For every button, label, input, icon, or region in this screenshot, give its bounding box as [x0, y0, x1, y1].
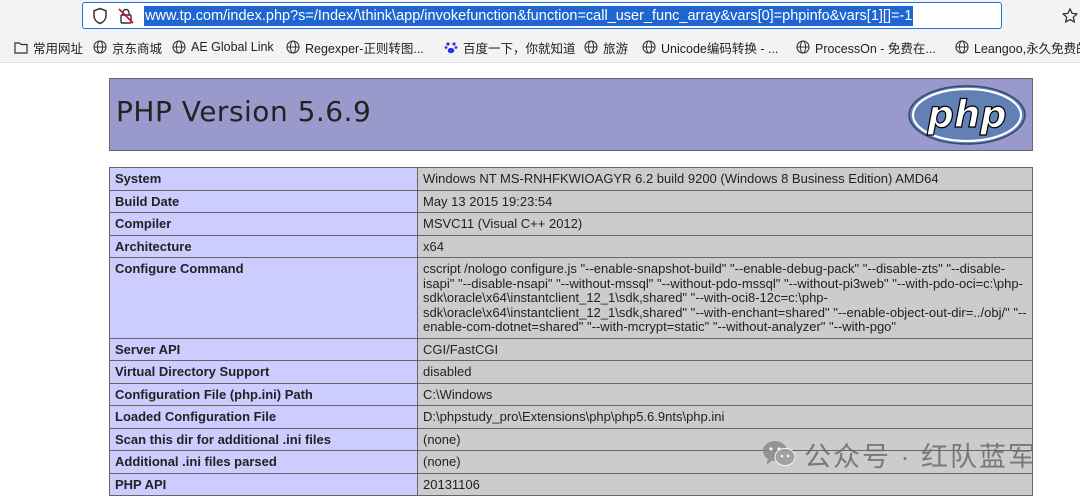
- url-text[interactable]: www.tp.com/index.php?s=/Index/\think\app…: [144, 6, 914, 26]
- globe-icon: [172, 40, 186, 54]
- globe-icon: [642, 40, 656, 54]
- page-title: PHP Version 5.6.9: [116, 95, 372, 128]
- row-value: CGI/FastCGI: [417, 337, 1033, 361]
- bookmark-label: 旅游: [603, 41, 629, 56]
- row-value: 20131106: [417, 472, 1033, 496]
- row-key: Scan this dir for additional .ini files: [109, 427, 418, 451]
- bookmark-label: Regexper-正则转图...: [305, 41, 424, 56]
- bookmark-item[interactable]: 百度一下，你就知道: [444, 38, 576, 56]
- bookmark-item[interactable]: 京东商城: [93, 38, 162, 56]
- table-row: Loaded Configuration File D:\phpstudy_pro…: [109, 405, 1033, 429]
- bookmark-label: AE Global Link: [191, 40, 274, 54]
- browser-toolbar: www.tp.com/index.php?s=/Index/\think\app…: [0, 0, 1080, 30]
- bookmark-folder[interactable]: 常用网址: [14, 38, 83, 56]
- row-value: D:\phpstudy_pro\Extensions\php\php5.6.9n…: [417, 405, 1033, 429]
- bookmark-label: 京东商城: [112, 41, 163, 56]
- globe-icon: [955, 40, 969, 54]
- row-value: Windows NT MS-RNHFKWIOAGYR 6.2 build 920…: [417, 167, 1033, 191]
- row-key: System: [109, 167, 418, 191]
- address-bar[interactable]: www.tp.com/index.php?s=/Index/\think\app…: [82, 2, 1078, 29]
- table-row: Configure Command cscript /nologo configu…: [109, 257, 1033, 339]
- table-row: PHP API 20131106: [109, 472, 1033, 496]
- row-value: disabled: [417, 360, 1033, 384]
- row-key: Architecture: [109, 234, 418, 258]
- php-version-header: PHP Version 5.6.9 php: [109, 78, 1033, 151]
- globe-icon: [796, 40, 810, 54]
- table-row: Architecture x64: [109, 234, 1033, 258]
- bookmark-item[interactable]: Leangoo,永久免费的: [955, 38, 1080, 56]
- bookmark-item[interactable]: 旅游: [584, 38, 628, 56]
- row-value: C:\Windows: [417, 382, 1033, 406]
- row-key: Loaded Configuration File: [109, 405, 418, 429]
- row-key: Compiler: [109, 212, 418, 236]
- table-row: Build Date May 13 2015 19:23:54: [109, 189, 1033, 213]
- row-key: Build Date: [109, 189, 418, 213]
- bookmarks-bar: 常用网址 京东商城 AE Global Link Regexper-正则转图..…: [0, 30, 1080, 63]
- php-logo-text: php: [926, 93, 1006, 136]
- table-row: Configuration File (php.ini) Path C:\Wind…: [109, 382, 1033, 406]
- bookmark-item[interactable]: Unicode编码转换 - ...: [642, 38, 778, 56]
- row-value: May 13 2015 19:23:54: [417, 189, 1033, 213]
- row-key: Additional .ini files parsed: [109, 450, 418, 474]
- bookmark-label: 百度一下，你就知道: [463, 41, 576, 56]
- shield-icon[interactable]: [91, 7, 109, 25]
- bookmark-label: Unicode编码转换 - ...: [661, 41, 779, 56]
- bookmark-item[interactable]: ProcessOn - 免费在...: [796, 38, 936, 56]
- wechat-icon: [763, 441, 796, 466]
- table-row: Compiler MSVC11 (Visual C++ 2012): [109, 212, 1033, 236]
- bookmark-item[interactable]: Regexper-正则转图...: [286, 38, 424, 56]
- bookmark-star-icon[interactable]: [1061, 7, 1079, 25]
- paw-icon: [444, 42, 458, 54]
- php-logo[interactable]: php: [907, 84, 1027, 146]
- row-value: MSVC11 (Visual C++ 2012): [417, 212, 1033, 236]
- row-value: cscript /nologo configure.js "--enable-s…: [417, 257, 1033, 339]
- bookmark-label: Leangoo,永久免费的: [974, 41, 1080, 56]
- row-key: Virtual Directory Support: [109, 360, 418, 384]
- bookmark-item[interactable]: AE Global Link: [172, 38, 274, 56]
- bookmark-label: 常用网址: [33, 41, 84, 56]
- row-value: x64: [417, 234, 1033, 258]
- table-row: Virtual Directory Support disabled: [109, 360, 1033, 384]
- row-key: Server API: [109, 337, 418, 361]
- globe-icon: [93, 40, 107, 54]
- globe-icon: [286, 40, 300, 54]
- row-key: PHP API: [109, 472, 418, 496]
- wechat-watermark: 公众号 · 红队蓝军: [762, 436, 1037, 472]
- bookmark-label: ProcessOn - 免费在...: [815, 41, 936, 56]
- row-key: Configuration File (php.ini) Path: [109, 382, 418, 406]
- table-row: System Windows NT MS-RNHFKWIOAGYR 6.2 bui…: [109, 167, 1033, 191]
- row-key: Configure Command: [109, 257, 418, 339]
- watermark-text: 公众号 · 红队蓝军: [804, 441, 1037, 472]
- globe-icon: [584, 40, 598, 54]
- insecure-lock-icon[interactable]: [117, 7, 135, 25]
- folder-icon: [14, 41, 28, 54]
- table-row: Server API CGI/FastCGI: [109, 337, 1033, 361]
